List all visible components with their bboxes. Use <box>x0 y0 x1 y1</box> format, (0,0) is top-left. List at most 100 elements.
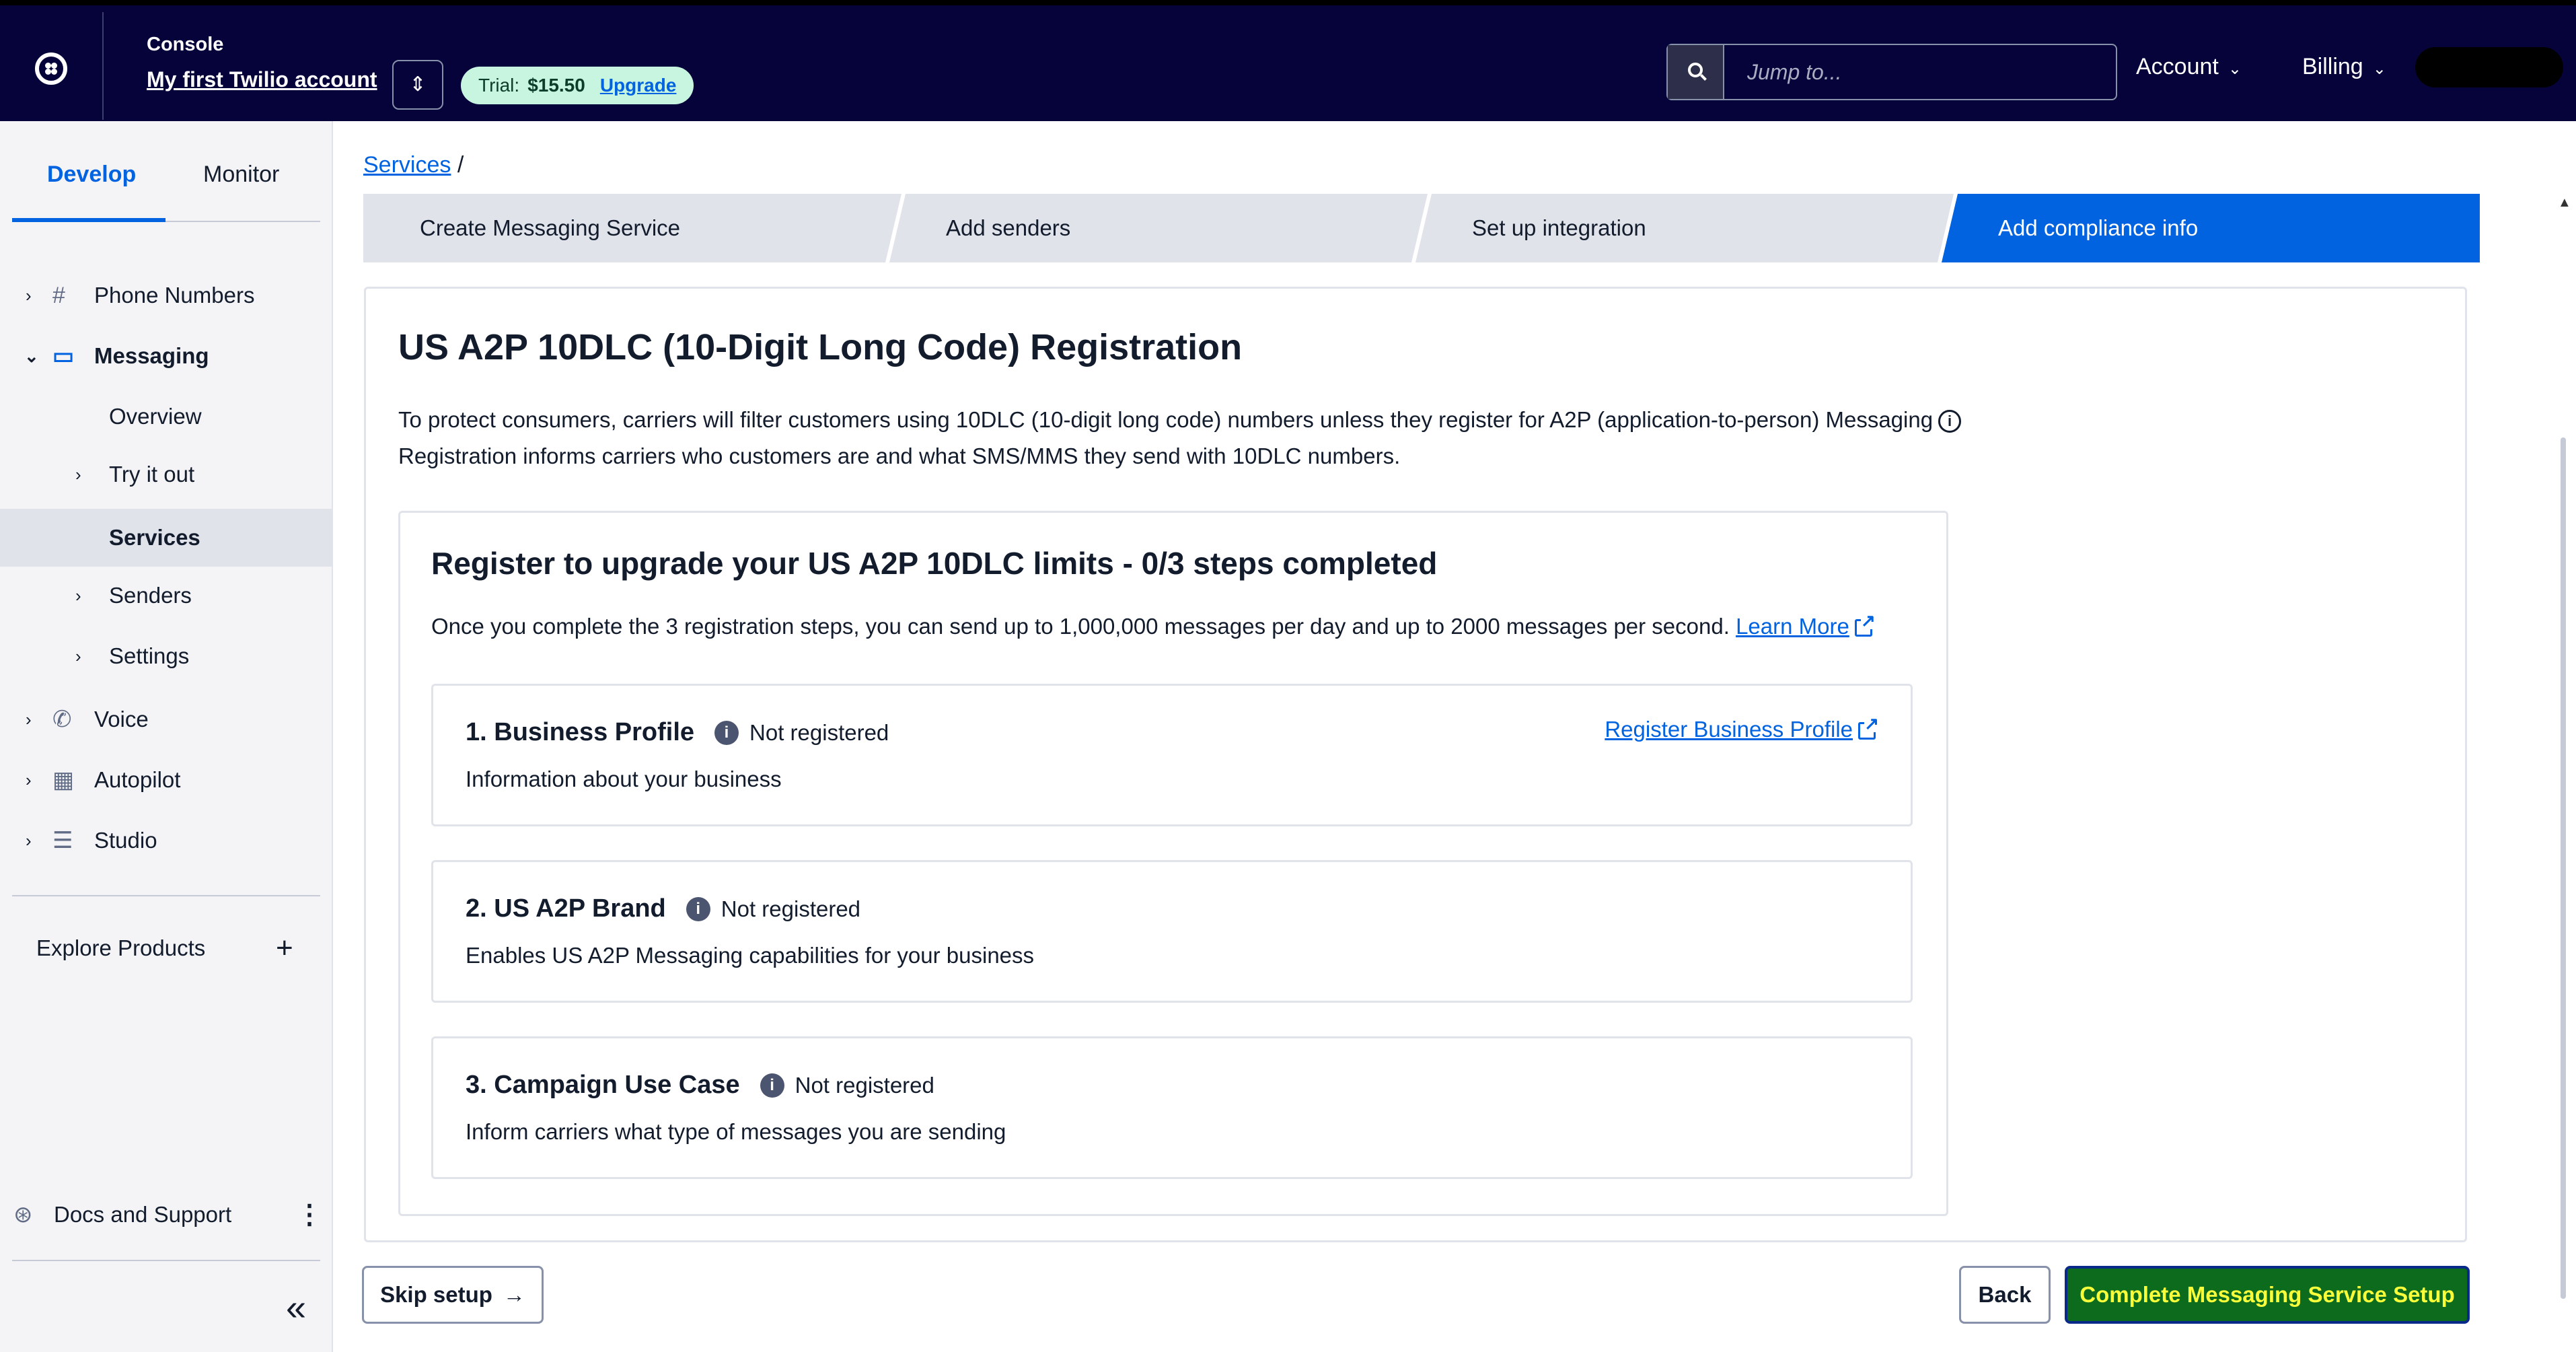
top-navigation-bar: Console My first Twilio account ⇕ Trial:… <box>0 0 2576 121</box>
collapse-sidebar-icon[interactable]: « <box>286 1287 306 1328</box>
autopilot-icon: ▦ <box>52 767 75 793</box>
sidebar-item-label: Autopilot <box>94 767 181 792</box>
sidebar-item-try-it-out[interactable]: › Try it out <box>0 446 332 503</box>
registration-steps-panel: Register to upgrade your US A2P 10DLC li… <box>398 511 1948 1216</box>
search-input[interactable] <box>1726 45 2116 99</box>
step-label: Add compliance info <box>1998 215 2199 240</box>
step-title-text: 2. US A2P Brand <box>466 894 666 923</box>
step-title-text: 3. Campaign Use Case <box>466 1071 740 1099</box>
phone-icon: ✆ <box>52 707 72 732</box>
scrollbar-thumb[interactable] <box>2561 437 2566 1299</box>
explore-products-button[interactable]: Explore Products + <box>0 919 332 977</box>
jump-to-search <box>1666 44 2117 100</box>
step-add-compliance-info[interactable]: Add compliance info <box>1942 194 2480 262</box>
step-description: Information about your business <box>466 767 782 791</box>
status-badge: Not registered <box>749 719 889 745</box>
step-set-up-integration[interactable]: Set up integration <box>1415 194 1954 262</box>
docs-and-support-label: Docs and Support <box>54 1202 232 1227</box>
sidebar-item-overview[interactable]: Overview <box>0 388 332 446</box>
chevron-down-icon: ⌄ <box>24 345 39 366</box>
console-label: Console <box>147 34 224 55</box>
registration-description: To protect consumers, carriers will filt… <box>398 402 2147 474</box>
status-badge: Not registered <box>795 1072 934 1098</box>
chevron-right-icon: › <box>26 830 32 851</box>
sidebar-item-label: Studio <box>94 828 157 853</box>
info-icon[interactable]: i <box>714 720 739 745</box>
sidebar-item-autopilot[interactable]: › ▦ Autopilot <box>0 751 332 809</box>
trial-amount: $15.50 <box>527 75 585 96</box>
sidebar-item-senders[interactable]: › Senders <box>0 567 332 625</box>
studio-icon: ☰ <box>52 828 73 853</box>
sidebar: Develop Monitor › # Phone Numbers ⌄ ▭ Me… <box>0 121 333 1352</box>
campaign-use-case-step: 3. Campaign Use Case i Not registered In… <box>431 1036 1913 1179</box>
sidebar-item-messaging[interactable]: ⌄ ▭ Messaging <box>0 327 332 385</box>
more-options-icon[interactable]: ⋮ <box>296 1199 323 1230</box>
complete-messaging-service-setup-button[interactable]: Complete Messaging Service Setup <box>2065 1266 2470 1324</box>
active-tab-indicator <box>12 218 165 222</box>
description-line-1: To protect consumers, carriers will filt… <box>398 407 1934 432</box>
sidebar-item-studio[interactable]: › ☰ Studio <box>0 812 332 869</box>
breadcrumb: Services / <box>363 152 464 178</box>
step-description: Enables US A2P Messaging capabilities fo… <box>466 943 1035 968</box>
account-menu[interactable]: Account ⌄ <box>2136 54 2242 80</box>
account-menu-label: Account <box>2136 54 2219 79</box>
upgrade-link[interactable]: Upgrade <box>600 75 677 96</box>
tab-develop[interactable]: Develop <box>47 162 136 188</box>
sidebar-item-label: Phone Numbers <box>94 283 255 308</box>
user-avatar[interactable] <box>2415 47 2563 87</box>
skip-setup-button[interactable]: Skip setup → <box>362 1266 544 1324</box>
skip-setup-label: Skip setup <box>380 1282 492 1307</box>
step-add-senders[interactable]: Add senders <box>889 194 1428 262</box>
account-switcher-button[interactable]: ⇕ <box>392 60 443 110</box>
back-button[interactable]: Back <box>1959 1266 2051 1324</box>
explore-products-label: Explore Products <box>36 935 206 960</box>
sidebar-item-voice[interactable]: › ✆ Voice <box>0 690 332 748</box>
sidebar-item-settings[interactable]: › Settings <box>0 627 332 685</box>
twilio-logo-icon[interactable] <box>35 52 67 85</box>
step-title: 2. US A2P Brand i Not registered <box>466 894 860 923</box>
sidebar-item-services[interactable]: Services <box>0 509 332 567</box>
trial-balance-badge: Trial: $15.50 Upgrade <box>461 67 694 104</box>
business-profile-step: 1. Business Profile i Not registered Inf… <box>431 684 1913 826</box>
chevron-right-icon: › <box>75 645 81 666</box>
hash-icon: # <box>52 282 65 308</box>
step-title: 1. Business Profile i Not registered <box>466 718 889 747</box>
registration-progress-title: Register to upgrade your US A2P 10DLC li… <box>431 546 1438 581</box>
tab-monitor[interactable]: Monitor <box>203 162 279 188</box>
sidebar-item-phone-numbers[interactable]: › # Phone Numbers <box>0 266 332 324</box>
search-icon <box>1688 63 1703 77</box>
billing-menu[interactable]: Billing ⌄ <box>2302 54 2386 80</box>
docs-and-support-button[interactable]: ⊛ Docs and Support ⋮ <box>0 1186 332 1244</box>
up-down-chevron-icon: ⇕ <box>409 73 427 96</box>
sidebar-item-label: Messaging <box>94 343 209 368</box>
page-scrollbar[interactable]: ▲ <box>2556 195 2571 1326</box>
register-business-profile-link[interactable]: Register Business Profile <box>1605 715 1880 742</box>
info-icon[interactable]: i <box>760 1073 784 1098</box>
lifebuoy-icon: ⊛ <box>13 1202 33 1228</box>
info-icon[interactable]: i <box>686 896 710 921</box>
chevron-right-icon: › <box>75 464 81 485</box>
chevron-down-icon: ⌄ <box>2372 60 2386 78</box>
sidebar-item-label: Settings <box>109 643 190 668</box>
breadcrumb-services-link[interactable]: Services <box>363 152 451 178</box>
sidebar-item-label: Try it out <box>109 462 195 487</box>
step-description: Inform carriers what type of messages yo… <box>466 1119 1006 1144</box>
step-create-messaging-service[interactable]: Create Messaging Service <box>363 194 901 262</box>
info-icon[interactable]: i <box>1938 410 1962 433</box>
sidebar-item-label: Voice <box>94 707 149 732</box>
step-label: Create Messaging Service <box>420 215 681 240</box>
external-link-icon <box>1854 612 1876 637</box>
description-line-2: Registration informs carriers who custom… <box>398 443 1401 468</box>
arrow-right-icon: → <box>503 1282 525 1307</box>
scroll-up-icon[interactable]: ▲ <box>2558 195 2571 211</box>
external-link-icon <box>1858 715 1880 740</box>
learn-more-link[interactable]: Learn More <box>1736 614 1849 639</box>
step-title-text: 1. Business Profile <box>466 718 695 746</box>
registration-card: US A2P 10DLC (10-Digit Long Code) Regist… <box>364 287 2467 1242</box>
step-title: 3. Campaign Use Case i Not registered <box>466 1071 934 1100</box>
chevron-right-icon: › <box>26 285 32 306</box>
sidebar-item-label: Senders <box>109 583 192 608</box>
account-name-link[interactable]: My first Twilio account <box>147 67 377 92</box>
register-link-label: Register Business Profile <box>1605 717 1853 742</box>
search-button[interactable] <box>1668 45 1724 99</box>
